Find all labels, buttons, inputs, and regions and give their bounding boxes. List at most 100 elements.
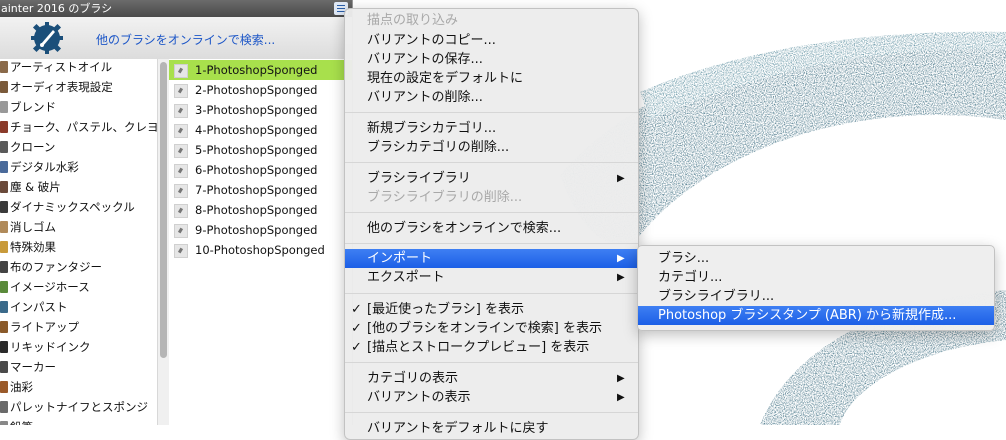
category-item[interactable]: ブレンド: [0, 97, 157, 117]
variant-label: 3-PhotoshopSponged: [195, 103, 318, 117]
submenu-import-abr[interactable]: Photoshop ブラシスタンプ (ABR) から新規作成...: [638, 306, 994, 325]
category-item[interactable]: アーティストオイル: [0, 57, 157, 77]
category-item[interactable]: マーカー: [0, 357, 157, 377]
panel-options-menu: 描点の取り込み バリアントのコピー... バリアントの保存... 現在の設定をデ…: [344, 8, 639, 440]
category-item[interactable]: 消しゴム: [0, 217, 157, 237]
variant-dab-icon: [174, 64, 188, 78]
category-brush-icon: [0, 301, 8, 313]
online-search-link[interactable]: 他のブラシをオンラインで検索...: [96, 31, 275, 48]
category-item[interactable]: クローン: [0, 137, 157, 157]
menu-online-search[interactable]: 他のブラシをオンラインで検索...: [345, 219, 638, 238]
variant-item[interactable]: 7-PhotoshopSponged: [169, 180, 352, 200]
category-brush-icon: [0, 261, 8, 273]
menu-set-default[interactable]: 現在の設定をデフォルトに: [345, 69, 638, 88]
variant-label: 8-PhotoshopSponged: [195, 203, 318, 217]
submenu-arrow-icon: ▶: [617, 173, 625, 184]
category-label: デジタル水彩: [10, 160, 79, 174]
menu-show-recent[interactable]: ✓ [最近使ったブラシ] を表示: [345, 300, 638, 319]
category-item[interactable]: チョーク、パステル、クレヨ: [0, 117, 158, 137]
category-item[interactable]: 特殊効果: [0, 237, 157, 257]
menu-brush-library[interactable]: ブラシライブラリ ▶: [345, 169, 638, 188]
menu-show-preview[interactable]: ✓ [描点とストロークプレビュー] を表示: [345, 338, 638, 357]
category-item[interactable]: 塵 & 破片: [0, 177, 157, 197]
category-label: インパスト: [10, 300, 68, 314]
panel-titlebar[interactable]: ainter 2016 のブラシ: [0, 0, 352, 17]
variant-dab-icon: [174, 164, 188, 178]
variant-label: 9-PhotoshopSponged: [195, 223, 318, 237]
variant-dab-icon: [174, 244, 188, 258]
category-item[interactable]: パレットナイフとスポンジ: [0, 397, 157, 417]
category-label: 鉛筆: [10, 417, 33, 425]
category-label: オーディオ表現設定: [10, 80, 113, 94]
menu-import[interactable]: インポート ▶: [345, 249, 638, 268]
category-item[interactable]: インパスト: [0, 297, 157, 317]
category-label: イメージホース: [10, 280, 90, 294]
variant-dab-icon: [174, 224, 188, 238]
menu-export[interactable]: エクスポート ▶: [345, 268, 638, 287]
checkmark-icon: ✓: [351, 302, 362, 317]
scrollbar-thumb[interactable]: [160, 62, 167, 358]
painter-logo-icon: [31, 22, 63, 54]
menu-delete-variant[interactable]: バリアントの削除...: [345, 88, 638, 107]
menu-reset-variant[interactable]: バリアントをデフォルトに戻す: [345, 419, 638, 438]
category-brush-icon: [0, 321, 8, 333]
category-brush-icon: [0, 81, 8, 93]
category-label: ライトアップ: [10, 320, 79, 334]
variant-dab-icon: [174, 204, 188, 218]
category-brush-icon: [0, 381, 8, 393]
category-label: アーティストオイル: [10, 60, 113, 74]
menu-save-variant[interactable]: バリアントの保存...: [345, 50, 638, 69]
submenu-import-library[interactable]: ブラシライブラリ...: [638, 287, 994, 306]
category-label: パレットナイフとスポンジ: [10, 400, 148, 414]
category-label: マーカー: [10, 360, 56, 374]
category-brush-icon: [0, 361, 8, 373]
category-item[interactable]: 鉛筆: [0, 417, 157, 425]
menu-show-variant[interactable]: バリアントの表示 ▶: [345, 388, 638, 407]
menu-delete-library: ブラシライブラリの削除...: [367, 190, 523, 205]
submenu-arrow-icon: ▶: [617, 272, 625, 283]
variant-label: 4-PhotoshopSponged: [195, 123, 318, 137]
category-label: 特殊効果: [10, 240, 56, 254]
category-label: 塵 & 破片: [10, 180, 61, 194]
menu-copy-variant[interactable]: バリアントのコピー...: [345, 31, 638, 50]
menu-show-category[interactable]: カテゴリの表示 ▶: [345, 369, 638, 388]
category-item[interactable]: リキッドインク: [0, 337, 157, 357]
variant-item[interactable]: 2-PhotoshopSponged: [169, 80, 352, 100]
variant-list: 1-PhotoshopSponged 2-PhotoshopSponged 3-Ph…: [169, 59, 352, 425]
menu-show-online[interactable]: ✓ [他のブラシをオンラインで検索] を表示: [345, 319, 638, 338]
variant-item[interactable]: 1-PhotoshopSponged: [169, 60, 352, 80]
variant-label: 1-PhotoshopSponged: [195, 63, 318, 77]
category-item[interactable]: ライトアップ: [0, 317, 157, 337]
variant-dab-icon: [174, 144, 188, 158]
category-brush-icon: [0, 241, 8, 253]
category-item[interactable]: 油彩: [0, 377, 157, 397]
menu-delete-category[interactable]: ブラシカテゴリの削除...: [345, 138, 638, 157]
menu-new-category[interactable]: 新規ブラシカテゴリ...: [345, 119, 638, 138]
brush-library-panel: ainter 2016 のブラシ 他のブラシをオンラインで検索... アーティス…: [0, 0, 353, 425]
import-submenu: ブラシ... カテゴリ... ブラシライブラリ... Photoshop ブラシ…: [637, 245, 995, 331]
menu-separator: [345, 162, 638, 163]
menu-separator: [345, 212, 638, 213]
submenu-arrow-icon: ▶: [617, 373, 625, 384]
category-item[interactable]: ダイナミックスペックル: [0, 197, 157, 217]
submenu-import-category[interactable]: カテゴリ...: [638, 268, 994, 287]
category-item[interactable]: イメージホース: [0, 277, 157, 297]
menu-separator: [345, 412, 638, 413]
category-brush-icon: [0, 141, 8, 153]
variant-dab-icon: [174, 184, 188, 198]
variant-item[interactable]: 8-PhotoshopSponged: [169, 200, 352, 220]
category-label: 油彩: [10, 380, 33, 394]
variant-item[interactable]: 4-PhotoshopSponged: [169, 120, 352, 140]
category-item[interactable]: デジタル水彩: [0, 157, 157, 177]
variant-item[interactable]: 9-PhotoshopSponged: [169, 220, 352, 240]
variant-item[interactable]: 3-PhotoshopSponged: [169, 100, 352, 120]
variant-item[interactable]: 10-PhotoshopSponged: [169, 240, 352, 260]
category-brush-icon: [0, 201, 8, 213]
submenu-import-brush[interactable]: ブラシ...: [638, 249, 994, 268]
category-item[interactable]: オーディオ表現設定: [0, 77, 157, 97]
variant-item[interactable]: 5-PhotoshopSponged: [169, 140, 352, 160]
submenu-arrow-icon: ▶: [617, 253, 625, 264]
category-label: リキッドインク: [10, 340, 91, 354]
category-item[interactable]: 布のファンタジー: [0, 257, 157, 277]
variant-item[interactable]: 6-PhotoshopSponged: [169, 160, 352, 180]
